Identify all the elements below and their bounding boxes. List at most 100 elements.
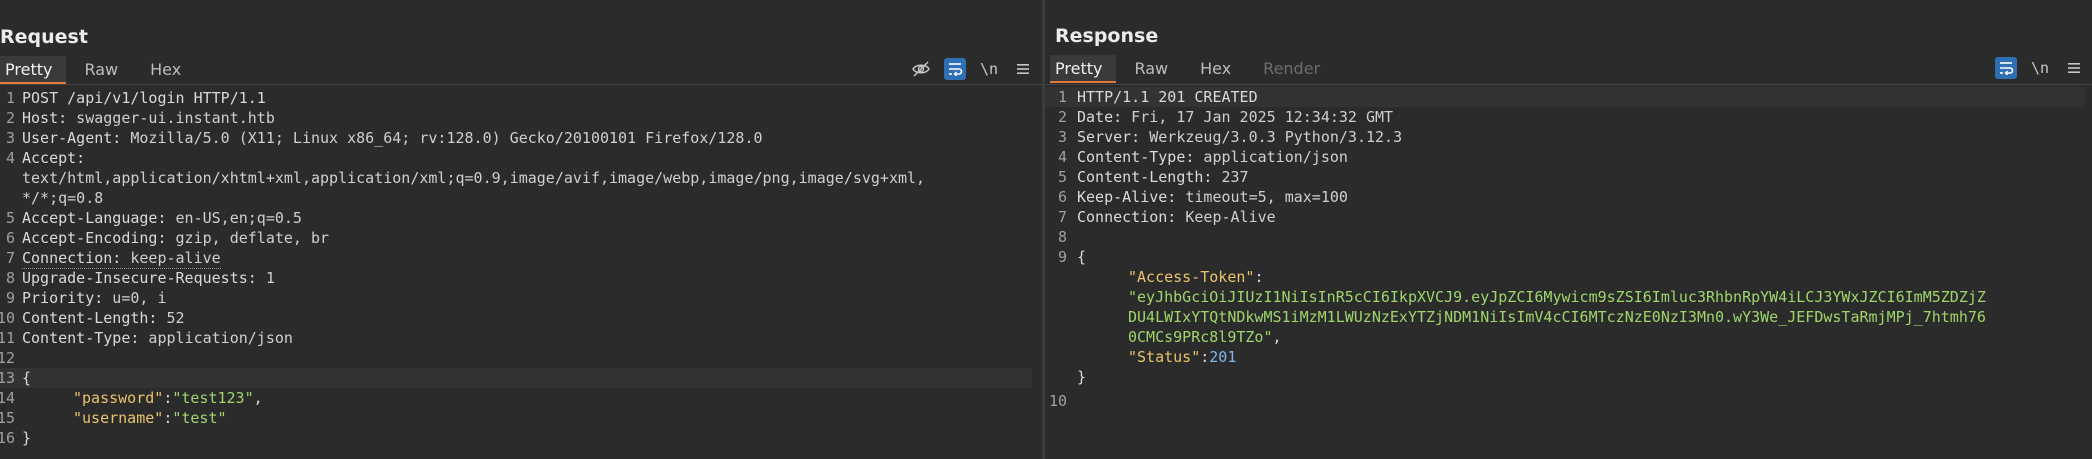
- code-line-highlighted: 1 HTTP/1.1 201 CREATED: [1045, 87, 2085, 107]
- request-tab-raw[interactable]: Raw: [79, 56, 132, 84]
- code-line: */*;q=0.8: [0, 188, 1042, 208]
- wrap-icon: [2000, 62, 2014, 75]
- hide-nonprintable-button[interactable]: [910, 58, 932, 80]
- header-name: Host:: [22, 109, 68, 127]
- line-number: 6: [5, 229, 15, 247]
- code-line: text/html,application/xhtml+xml,applicat…: [0, 168, 1042, 188]
- http-message-editor: Request Pretty Raw Hex \n 1 POST /api/v1…: [0, 0, 2092, 459]
- request-editor[interactable]: 1 POST /api/v1/login HTTP/1.1 2 Host: swag…: [0, 88, 1042, 448]
- header-name: User-Agent:: [22, 129, 122, 147]
- request-pane: Request Pretty Raw Hex \n 1 POST /api/v1…: [0, 0, 1042, 459]
- json-key: "Access-Token": [1128, 268, 1255, 286]
- header-name: Connection:: [22, 249, 122, 267]
- line-number: 12: [0, 349, 15, 367]
- header-name: Server:: [1077, 128, 1141, 146]
- header-value: 1: [256, 269, 275, 287]
- code-line: 16}: [0, 428, 1042, 448]
- header-value: 237: [1212, 168, 1249, 186]
- code-line: 7 Connection: keep-alive: [0, 248, 1042, 269]
- header-value: Werkzeug/3.0.3 Python/3.12.3: [1140, 128, 1403, 146]
- json-string: "test123": [172, 389, 254, 407]
- header-value: 52: [157, 309, 185, 327]
- eye-off-icon: [912, 61, 930, 77]
- json-key: "password": [73, 389, 164, 407]
- line-number: 4: [5, 149, 15, 167]
- menu-icon[interactable]: [2063, 57, 2085, 79]
- header-name: Accept-Encoding:: [22, 229, 167, 247]
- line-number: 5: [1057, 168, 1067, 186]
- menu-icon[interactable]: [1012, 58, 1034, 80]
- line-number: 3: [1057, 128, 1067, 146]
- response-tab-hex[interactable]: Hex: [1195, 55, 1245, 83]
- code-line: 8: [1045, 227, 2092, 247]
- response-toolbar: \n: [1995, 55, 2092, 81]
- response-pane: Response Pretty Raw Hex Render \n 1 HTTP…: [1045, 0, 2092, 459]
- code-line: 0CMCs9PRc8l9TZo",: [1128, 328, 1282, 346]
- request-tab-hex[interactable]: Hex: [145, 56, 195, 84]
- json-open-brace: {: [22, 369, 32, 387]
- json-string: 0CMCs9PRc8l9TZo": [1128, 328, 1273, 346]
- code-line: 14 "password":"test123",: [0, 389, 263, 407]
- code-line-highlighted: 13 {: [0, 368, 1032, 388]
- code-line: 11 Content-Type: application/json: [0, 328, 1042, 348]
- line-number: 8: [5, 269, 15, 287]
- header-value: text/html,application/xhtml+xml,applicat…: [22, 169, 926, 187]
- header-value: Mozilla/5.0 (X11; Linux x86_64; rv:128.0…: [121, 129, 763, 147]
- json-string: "test": [172, 409, 227, 427]
- response-tab-pretty[interactable]: Pretty: [1050, 55, 1117, 83]
- header-name: Content-Length:: [1077, 168, 1213, 186]
- wrap-lines-button[interactable]: [1995, 57, 2017, 79]
- response-editor[interactable]: 1 HTTP/1.1 201 CREATED 2 Date: Fri, 17 Jan…: [1045, 87, 2092, 410]
- header-value: application/json: [1194, 148, 1348, 166]
- line-number: 16: [0, 429, 15, 447]
- header-name: Accept:: [22, 149, 86, 167]
- code-line: 9{: [1045, 247, 2092, 267]
- code-line: 3 User-Agent: Mozilla/5.0 (X11; Linux x86…: [0, 128, 1042, 148]
- request-tabs-divider: [0, 84, 1042, 85]
- code-line: DU4LWIxYTQtNDkwMS1iMzM1LWUzNzExYTZjNDM1N…: [1045, 307, 2092, 327]
- line-number: 2: [1057, 108, 1067, 126]
- json-close-brace: }: [1077, 368, 1087, 386]
- json-open-brace: {: [1077, 248, 1087, 266]
- header-value: Fri, 17 Jan 2025 12:34:32 GMT: [1122, 108, 1394, 126]
- line-number: 7: [1057, 208, 1067, 226]
- line-number: 11: [0, 329, 15, 347]
- code-line: "eyJhbGciOiJIUzI1NiIsInR5cCI6IkpXVCJ9.ey…: [1045, 287, 2092, 307]
- show-newlines-button[interactable]: \n: [2029, 57, 2051, 79]
- code-line: 12: [0, 348, 1042, 368]
- line-number: 9: [1057, 248, 1067, 266]
- line-number: 8: [1057, 228, 1067, 246]
- request-tab-pretty[interactable]: Pretty: [0, 56, 67, 84]
- header-name: Content-Type:: [22, 329, 140, 347]
- json-key: "Status": [1128, 348, 1201, 366]
- show-newlines-button[interactable]: \n: [978, 58, 1000, 80]
- request-title: Request: [0, 26, 88, 48]
- code-line: 6 Keep-Alive: timeout=5, max=100: [1045, 187, 2092, 207]
- response-tab-render[interactable]: Render: [1258, 55, 1334, 83]
- wrap-icon: [949, 63, 963, 76]
- line-number: 10: [1048, 392, 1067, 410]
- wrap-lines-button[interactable]: [944, 58, 966, 80]
- code-line: 4 Content-Type: application/json: [1045, 147, 2092, 167]
- response-tab-raw[interactable]: Raw: [1129, 55, 1182, 83]
- line-number: 9: [5, 289, 15, 307]
- line-number: 10: [0, 309, 15, 327]
- status-line: HTTP/1.1 201 CREATED: [1077, 88, 1258, 106]
- request-toolbar: \n: [910, 56, 1042, 82]
- code-line: "Access-Token":: [1128, 268, 1264, 286]
- code-line: "Status":201: [1128, 348, 1237, 366]
- header-name: Accept-Language:: [22, 209, 167, 227]
- code-line: 6 Accept-Encoding: gzip, deflate, br: [0, 228, 1042, 248]
- header-value: swagger-ui.instant.htb: [67, 109, 275, 127]
- code-line: 5 Content-Length: 237: [1045, 167, 2092, 187]
- json-key: "username": [73, 409, 164, 427]
- code-line: 10: [1045, 387, 2092, 410]
- line-number: 4: [1057, 148, 1067, 166]
- code-line: 10 Content-Length: 52: [0, 308, 1042, 328]
- code-line: 5 Accept-Language: en-US,en;q=0.5: [0, 208, 1042, 228]
- line-number: 5: [5, 209, 15, 227]
- header-name: Priority:: [22, 289, 104, 307]
- response-tabs: Pretty Raw Hex Render: [1050, 55, 1347, 83]
- line-number: 13: [0, 369, 15, 387]
- line-number: 7: [5, 249, 15, 267]
